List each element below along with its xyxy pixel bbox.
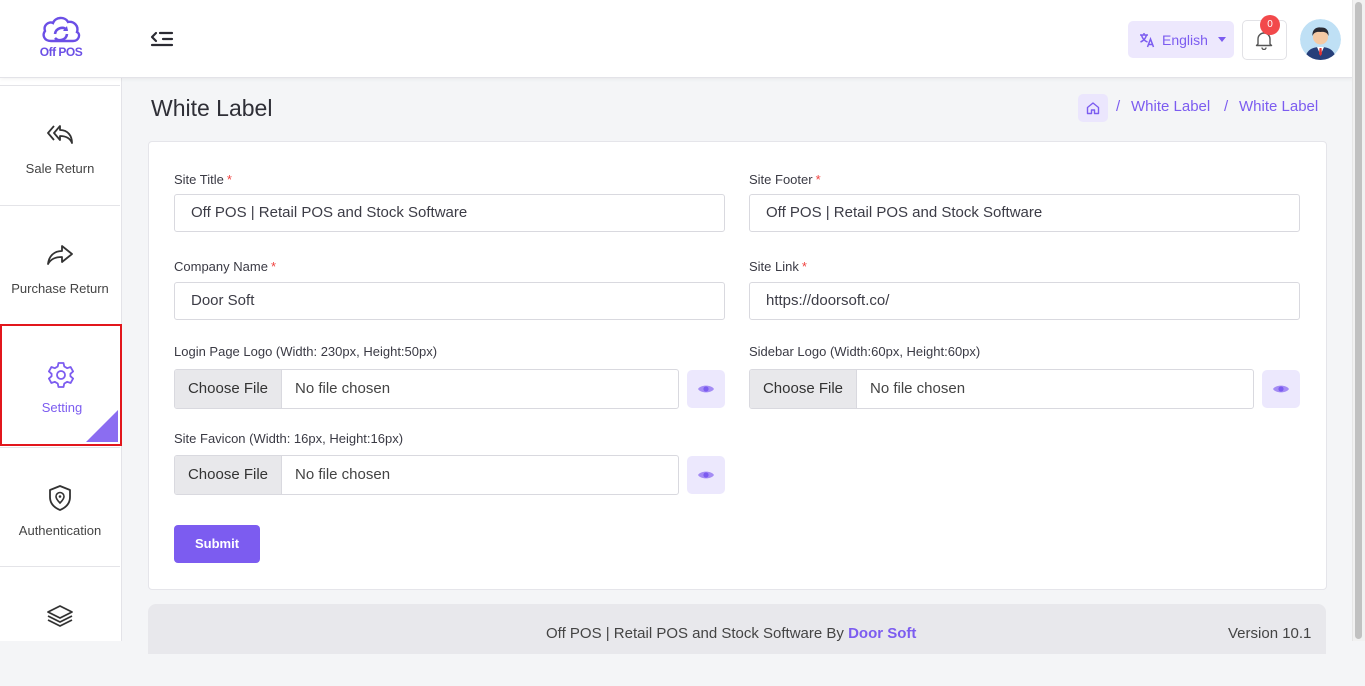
sidebar-logo-label: Sidebar Logo (Width:60px, Height:60px) (749, 344, 981, 359)
vertical-scrollbar[interactable] (1352, 0, 1365, 641)
favicon-label: Site Favicon (Width: 16px, Height:16px) (174, 431, 404, 446)
favicon-preview-button[interactable] (687, 456, 725, 494)
site-title-label: Site Title * (174, 172, 232, 187)
breadcrumb-separator: / (1224, 98, 1229, 115)
language-dropdown[interactable]: English (1128, 21, 1234, 58)
favicon-file-input[interactable]: Choose File No file chosen (174, 455, 679, 495)
site-footer-input[interactable] (749, 194, 1300, 232)
footer-text: Off POS | Retail POS and Stock Software … (546, 625, 916, 642)
footer-brand-link[interactable]: Door Soft (848, 625, 916, 642)
caret-down-icon (1217, 37, 1226, 42)
home-icon (1086, 102, 1100, 115)
user-avatar[interactable] (1300, 19, 1341, 60)
choose-file-button[interactable]: Choose File (175, 370, 282, 408)
active-corner-marker (86, 410, 118, 442)
sidebar: Sale Return Purchase Return Setting Auth… (0, 78, 122, 641)
breadcrumb-separator: / (1116, 98, 1121, 115)
company-name-label: Company Name * (174, 259, 276, 274)
notification-count-badge: 0 (1260, 15, 1280, 35)
sidebar-item-purchase-return[interactable]: Purchase Return (0, 205, 120, 325)
site-footer-label: Site Footer * (749, 172, 821, 187)
sidebar-item-sale-return[interactable]: Sale Return (0, 85, 120, 205)
share-forward-icon (47, 245, 73, 265)
site-link-input[interactable] (749, 282, 1300, 320)
cloud-logo-icon (42, 16, 81, 43)
file-status-text: No file chosen (295, 466, 391, 483)
page-footer: Off POS | Retail POS and Stock Software … (148, 604, 1326, 654)
eye-icon (698, 385, 714, 393)
sidebar-item-setting[interactable]: Setting (0, 324, 122, 446)
breadcrumb-current: White Label (1239, 98, 1319, 115)
site-link-label: Site Link * (749, 259, 807, 274)
company-name-input[interactable] (174, 282, 725, 320)
eye-icon (698, 471, 714, 479)
sidebar-item-authentication[interactable]: Authentication (0, 447, 120, 567)
logo-text: Off POS (39, 45, 83, 59)
translate-icon (1140, 32, 1155, 47)
user-avatar-icon (1300, 19, 1341, 60)
menu-collapse-icon (150, 31, 174, 47)
language-label: English (1162, 31, 1208, 48)
layers-icon (47, 605, 73, 627)
sidebar-item-label: Sale Return (25, 161, 95, 176)
sidebar-logo-file-input[interactable]: Choose File No file chosen (749, 369, 1254, 409)
version-label: Version 10.1 (1228, 625, 1312, 642)
footer-copyright: Off POS | Retail POS and Stock Software … (546, 625, 844, 642)
eye-icon (1273, 385, 1289, 393)
sidebar-toggle-button[interactable] (150, 28, 174, 50)
submit-button[interactable]: Submit (174, 525, 260, 563)
scrollbar-thumb[interactable] (1355, 2, 1362, 639)
breadcrumb-home-button[interactable] (1078, 94, 1108, 122)
login-logo-label: Login Page Logo (Width: 230px, Height:50… (174, 344, 438, 359)
login-logo-file-input[interactable]: Choose File No file chosen (174, 369, 679, 409)
file-status-text: No file chosen (870, 380, 966, 397)
sidebar-item-label: Purchase Return (11, 281, 109, 296)
file-status-text: No file chosen (295, 380, 391, 397)
reply-all-icon (47, 125, 73, 144)
login-logo-preview-button[interactable] (687, 370, 725, 408)
shield-location-icon (49, 485, 71, 511)
sidebar-item-label: Authentication (18, 523, 102, 538)
sidebar-logo-preview-button[interactable] (1262, 370, 1300, 408)
gear-icon (48, 362, 74, 388)
choose-file-button[interactable]: Choose File (750, 370, 857, 408)
app-logo[interactable]: Off POS (34, 14, 88, 62)
site-title-input[interactable] (174, 194, 725, 232)
top-bar: Off POS English 0 (0, 0, 1353, 78)
breadcrumb-link[interactable]: White Label (1131, 98, 1210, 115)
sidebar-item-layers[interactable] (0, 566, 120, 686)
choose-file-button[interactable]: Choose File (175, 456, 282, 494)
page-title: White Label (151, 95, 273, 121)
